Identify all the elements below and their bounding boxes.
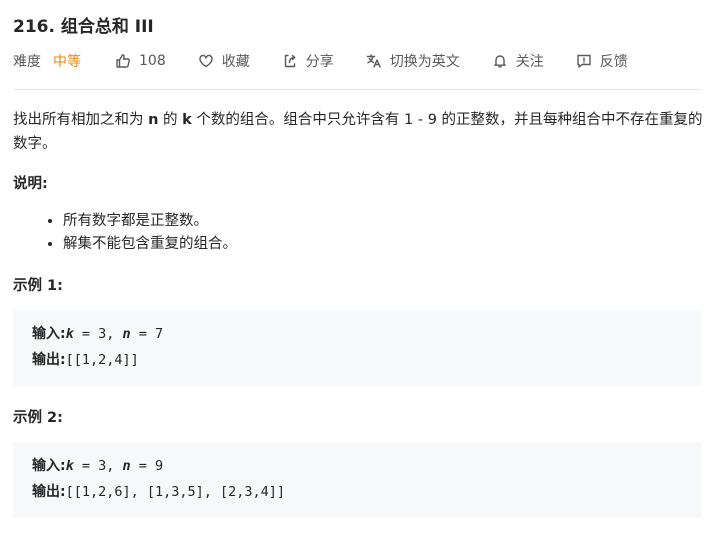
difficulty: 难度 中等	[13, 51, 81, 71]
share-button[interactable]: 分享	[282, 51, 334, 71]
example-1-heading: 示例 1:	[13, 278, 63, 294]
example-1-output-label: 输出:	[32, 352, 66, 368]
problem-title: 216. 组合总和 III	[13, 17, 154, 37]
example-2-input-label: 输入:	[32, 458, 66, 474]
header-divider	[13, 89, 701, 90]
example-2-k-name: k	[65, 458, 74, 474]
example-2-n-value: = 9	[130, 458, 164, 474]
feedback-button[interactable]: 反馈	[576, 51, 628, 71]
example-2-input-line: 输入:k = 3, n = 9	[32, 453, 683, 479]
problem-page: 216. 组合总和 III 难度 中等 108 收藏 分享 切换为英文 关注 反…	[0, 0, 723, 542]
share-label: 分享	[305, 54, 334, 70]
share-icon	[284, 54, 296, 68]
feedback-label: 反馈	[599, 54, 628, 70]
description-text-1: 找出所有相加之和为	[13, 112, 149, 128]
example-2-k-value: = 3,	[73, 458, 123, 474]
notes-list: 所有数字都是正整数。 解集不能包含重复的组合。	[13, 210, 237, 256]
favorite-label: 收藏	[221, 54, 250, 70]
notes-item: 所有数字都是正整数。	[63, 210, 237, 233]
like-count: 108	[139, 53, 166, 69]
example-1-code: 输入:k = 3, n = 7 输出:[[1,2,4]]	[13, 310, 702, 386]
example-2-output-value: [[1,2,6], [1,3,5], [2,3,4]]	[65, 484, 286, 500]
follow-label: 关注	[515, 54, 544, 70]
difficulty-value: 中等	[53, 54, 81, 70]
switch-language-button[interactable]: 切换为英文	[366, 51, 460, 71]
switch-language-label: 切换为英文	[389, 54, 460, 70]
like-button[interactable]: 108	[115, 53, 166, 69]
example-2-heading: 示例 2:	[13, 410, 63, 426]
thumbs-up-icon	[116, 54, 130, 68]
example-2-n-name: n	[122, 458, 131, 474]
notes-item: 解集不能包含重复的组合。	[63, 233, 237, 256]
example-1-input-line: 输入:k = 3, n = 7	[32, 321, 683, 347]
notes-heading: 说明:	[13, 176, 48, 192]
example-2-code: 输入:k = 3, n = 9 输出:[[1,2,6], [1,3,5], [2…	[13, 442, 702, 518]
follow-button[interactable]: 关注	[492, 51, 544, 71]
example-1-output-value: [[1,2,4]]	[65, 352, 139, 368]
example-2-output-line: 输出:[[1,2,6], [1,3,5], [2,3,4]]	[32, 479, 683, 505]
problem-description: 找出所有相加之和为 n 的 k 个数的组合。组合中只允许含有 1 - 9 的正整…	[13, 108, 703, 156]
example-1-k-value: = 3,	[73, 326, 123, 342]
translate-icon	[366, 54, 381, 68]
example-2-output-label: 输出:	[32, 484, 66, 500]
description-text-2: 的	[158, 112, 183, 128]
example-1-n-name: n	[122, 326, 131, 342]
example-1-k-name: k	[65, 326, 74, 342]
problem-toolbar: 难度 中等 108 收藏 分享 切换为英文 关注 反馈	[13, 50, 660, 72]
difficulty-label: 难度	[13, 54, 41, 70]
example-1-output-line: 输出:[[1,2,4]]	[32, 347, 683, 373]
description-var-k: k	[182, 112, 192, 128]
feedback-icon	[577, 54, 591, 68]
description-var-n: n	[148, 112, 159, 128]
example-1-input-label: 输入:	[32, 326, 66, 342]
example-1-n-value: = 7	[130, 326, 164, 342]
heart-icon	[199, 54, 213, 68]
favorite-button[interactable]: 收藏	[198, 51, 250, 71]
bell-icon	[494, 55, 506, 68]
